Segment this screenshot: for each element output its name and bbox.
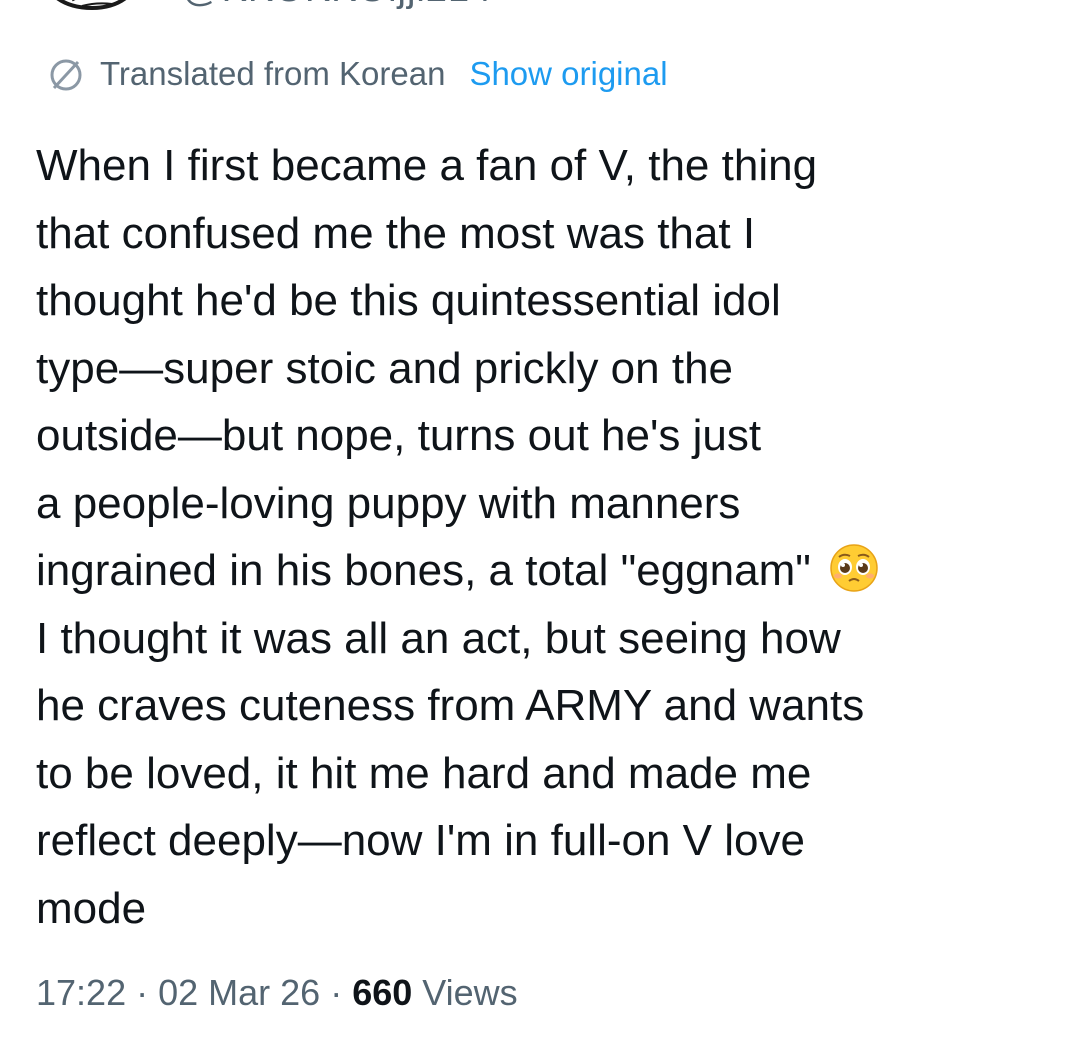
tweet-text: When I first became a fan of V, the thin… bbox=[36, 132, 1046, 942]
tweet-line: that confused me the most was that I bbox=[36, 208, 756, 258]
tweet-line-with-emoji: ingrained in his bones, a total "eggnam" bbox=[36, 537, 1046, 605]
globe-icon bbox=[50, 59, 82, 91]
tweet-line: thought he'd be this quintessential idol bbox=[36, 276, 781, 325]
tweet-line: he craves cuteness from ARMY and wants bbox=[36, 681, 865, 730]
tweet-line: I thought it was all an act, but seeing … bbox=[36, 613, 841, 663]
tweet-line: type—super stoic and prickly on the bbox=[36, 343, 734, 393]
meta-separator: · bbox=[136, 972, 149, 1013]
tweet-line-text: ingrained in his bones, a total "eggnam" bbox=[36, 546, 811, 595]
tweet-line: to be loved, it hit me hard and made me bbox=[36, 748, 812, 798]
pleading-face-emoji-icon bbox=[830, 544, 878, 592]
avatar[interactable] bbox=[42, 0, 142, 14]
show-original-link[interactable]: Show original bbox=[469, 55, 667, 93]
tweet-time[interactable]: 17:22 bbox=[36, 972, 126, 1014]
tweet-line: mode bbox=[36, 883, 147, 933]
tweet-line: a people-loving puppy with manners bbox=[36, 478, 741, 528]
views-count: 660 bbox=[352, 972, 413, 1013]
user-handle[interactable]: @KKOKKOijji214 bbox=[182, 0, 492, 11]
meta-separator: · bbox=[330, 972, 343, 1013]
translation-row: Translated from Korean Show original bbox=[46, 52, 668, 96]
tweet-header: @KKOKKOijji214 bbox=[0, 0, 1080, 18]
tweet-meta: 17:22 · 02 Mar 26 · 660 Views bbox=[36, 972, 518, 1014]
views-label: Views bbox=[422, 972, 518, 1013]
tweet-line: reflect deeply—now I'm in full-on V love bbox=[36, 816, 805, 865]
translated-from-label: Translated from Korean bbox=[100, 55, 446, 92]
tweet-date[interactable]: 02 Mar 26 bbox=[158, 972, 320, 1014]
tweet-line: When I first became a fan of V, the thin… bbox=[36, 141, 818, 190]
tweet-line: outside—but nope, turns out he's just bbox=[36, 411, 762, 460]
